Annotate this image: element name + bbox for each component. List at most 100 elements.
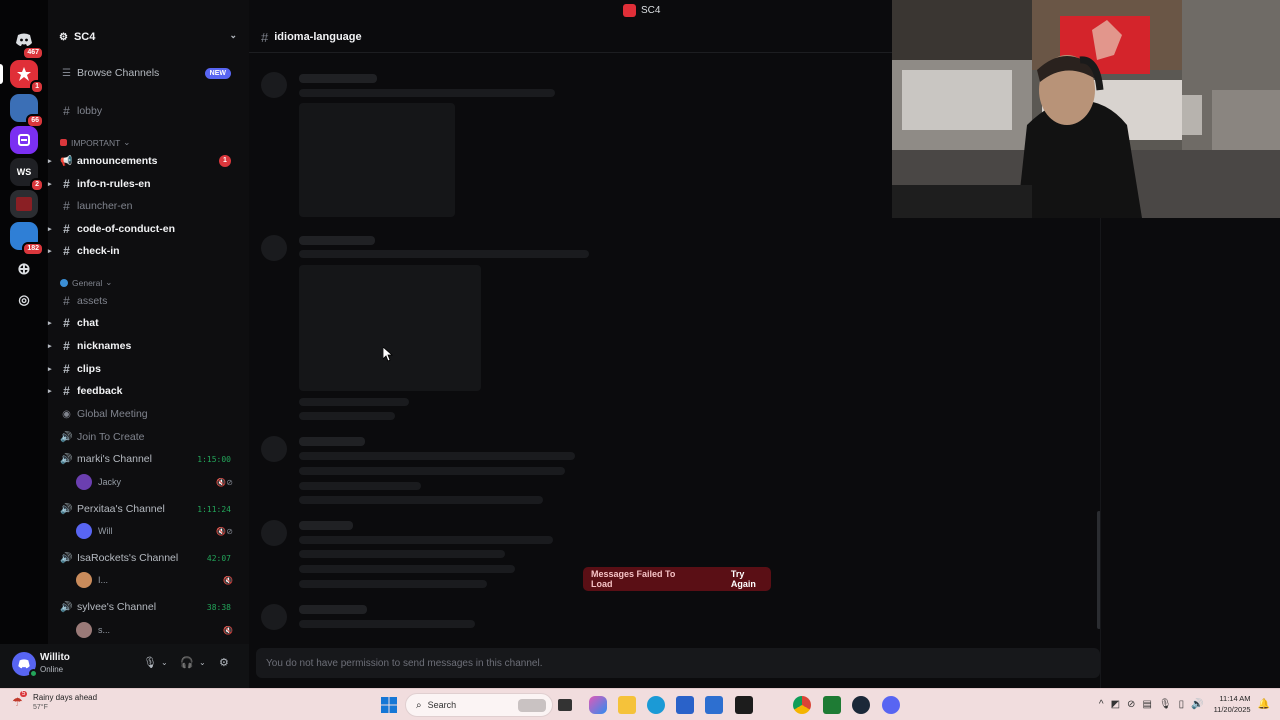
server-blue-2[interactable]: 182 [10, 222, 44, 256]
member-name: Will [98, 526, 113, 536]
tray-app-icon[interactable]: ▤ [1142, 699, 1151, 710]
chevron-down-icon[interactable]: ⌄ [161, 658, 168, 667]
channel-label: marki's Channel [77, 453, 152, 465]
hash-icon: # [63, 339, 70, 353]
microphone-icon[interactable]: 🎙 [143, 656, 157, 669]
speaker-icon: 🔊 [60, 601, 73, 613]
globe-icon [60, 278, 68, 287]
server-rail: 467 1 66 WS 2 182 ⊕ ◎ [0, 0, 48, 688]
server-header[interactable]: ⚙ SC4 ⌄ [48, 22, 249, 52]
chrome-icon[interactable] [793, 696, 811, 714]
search-placeholder: Search [427, 700, 457, 710]
volume-icon[interactable]: 🔊 [1191, 699, 1203, 710]
skeleton-line [299, 496, 543, 504]
task-view-icon[interactable] [558, 699, 572, 711]
steam-icon[interactable] [852, 696, 870, 714]
channel-launcher-en[interactable]: # launcher-en [60, 196, 241, 216]
notification-bell-icon[interactable]: 🔔 [1258, 699, 1270, 710]
app-green-icon[interactable] [823, 696, 841, 714]
mention-count-badge: 182 [22, 242, 44, 256]
channel-label: Global Meeting [77, 408, 148, 420]
channel-label: IsaRockets's Channel [77, 552, 179, 564]
discord-home-icon [16, 33, 32, 46]
channel-label: lobby [77, 105, 103, 117]
chevron-down-icon: ⌄ [229, 30, 237, 40]
hash-icon: # [63, 244, 70, 258]
category-important[interactable]: IMPORTANT ⌄ [60, 137, 130, 148]
weather-widget[interactable]: ☂ 5 Rainy days ahead 57°F [12, 691, 97, 713]
discover-button[interactable]: ◎ [10, 286, 38, 314]
avatar [76, 474, 92, 490]
mouse-cursor-icon [383, 347, 393, 362]
voice-channel-sylvee[interactable]: 🔊 sylvee's Channel 38:38 [60, 597, 241, 617]
chevron-up-icon[interactable]: ^ [1099, 699, 1104, 710]
channel-announcements[interactable]: ▸ 📢 announcements 1 [48, 151, 241, 171]
voice-member[interactable]: s... 🔇 [76, 621, 241, 639]
file-explorer-icon[interactable] [618, 696, 636, 714]
voice-channel-isarockets[interactable]: 🔊 IsaRockets's Channel 42:07 [60, 548, 241, 568]
server-logo-icon [18, 134, 30, 146]
message-composer-disabled: You do not have permission to send messa… [256, 648, 1100, 678]
mention-count-badge: 1 [30, 80, 44, 94]
stage-global-meeting[interactable]: ◉ Global Meeting [60, 404, 241, 424]
voice-member[interactable]: I... 🔇 [76, 571, 241, 589]
channel-clips[interactable]: ▸ # clips [48, 359, 241, 379]
voice-channel-marki[interactable]: 🔊 marki's Channel 1:15:00 [60, 449, 241, 469]
channel-label: announcements [77, 155, 158, 167]
voice-channel-perxitaa[interactable]: 🔊 Perxitaa's Channel 1:11:24 [60, 499, 241, 519]
voice-member[interactable]: Jacky 🔇⊘ [76, 473, 241, 491]
edge-icon[interactable] [647, 696, 665, 714]
channel-label: chat [77, 317, 99, 329]
gear-icon[interactable]: ⚙ [219, 656, 229, 669]
category-general[interactable]: General ⌄ [60, 277, 112, 288]
server-sc4[interactable]: 1 [10, 60, 44, 94]
voice-member[interactable]: Will 🔇⊘ [76, 522, 241, 540]
windows-start-icon[interactable] [380, 696, 398, 714]
tray-app-icon[interactable]: ◩ [1111, 699, 1120, 710]
unread-arrow-icon: ▸ [48, 248, 52, 255]
chevron-down-icon[interactable]: ⌄ [199, 658, 206, 667]
voice-join-to-create[interactable]: 🔊 Join To Create [60, 427, 241, 447]
system-clock[interactable]: 11:14 AM 11/20/2025 [1214, 693, 1251, 715]
discord-taskbar-icon[interactable] [882, 696, 900, 714]
copilot-icon[interactable] [589, 696, 607, 714]
channel-title: idioma-language [274, 31, 362, 43]
try-again-button[interactable]: Try Again [731, 569, 771, 589]
channel-feedback[interactable]: ▸ # feedback [48, 381, 241, 401]
channel-chat[interactable]: ▸ # chat [48, 313, 241, 333]
channel-nicknames[interactable]: ▸ # nicknames [48, 336, 241, 356]
hash-icon: # [63, 177, 70, 191]
muted-deafened-icon: 🔇⊘ [216, 477, 233, 487]
skeleton-line [299, 536, 553, 544]
taskbar-search[interactable]: ⌕ Search [405, 693, 553, 717]
user-panel: Willito Online 🎙 ⌄ 🎧 ⌄ ⚙ [0, 644, 249, 688]
unread-arrow-icon: ▸ [48, 320, 52, 327]
headphones-icon[interactable]: 🎧 [180, 656, 194, 669]
server-discord-home[interactable]: 467 [10, 26, 44, 60]
store-icon[interactable] [676, 696, 694, 714]
browse-channels[interactable]: ☰ Browse Channels NEW [60, 63, 241, 83]
terminal-icon[interactable] [735, 696, 753, 714]
channel-code-of-conduct-en[interactable]: ▸ # code-of-conduct-en [48, 219, 241, 239]
username[interactable]: Willito [40, 652, 70, 663]
unread-arrow-icon: ▸ [48, 388, 52, 395]
server-purple[interactable] [10, 126, 38, 154]
tray-network-icon[interactable]: ⊘ [1127, 699, 1135, 710]
unread-badge: 1 [219, 155, 231, 167]
user-status: Online [40, 665, 64, 674]
server-red[interactable] [10, 190, 38, 218]
server-blue[interactable]: 66 [10, 94, 44, 128]
server-name: SC4 [73, 31, 96, 43]
wifi-icon[interactable]: ▯ [1179, 699, 1185, 710]
add-server-button[interactable]: ⊕ [10, 255, 38, 283]
channel-lobby[interactable]: # lobby [60, 101, 241, 121]
compass-icon: ◎ [18, 292, 30, 307]
server-ws[interactable]: WS 2 [10, 158, 44, 192]
skeleton-line [299, 550, 505, 558]
webcam-feed-image [892, 0, 1280, 218]
channel-info-n-rules-en[interactable]: ▸ # info-n-rules-en [48, 174, 241, 194]
microphone-icon[interactable]: 🎙 [1159, 699, 1172, 710]
channel-assets[interactable]: # assets [60, 291, 241, 311]
channel-check-in[interactable]: ▸ # check-in [48, 241, 241, 261]
outlook-icon[interactable] [705, 696, 723, 714]
